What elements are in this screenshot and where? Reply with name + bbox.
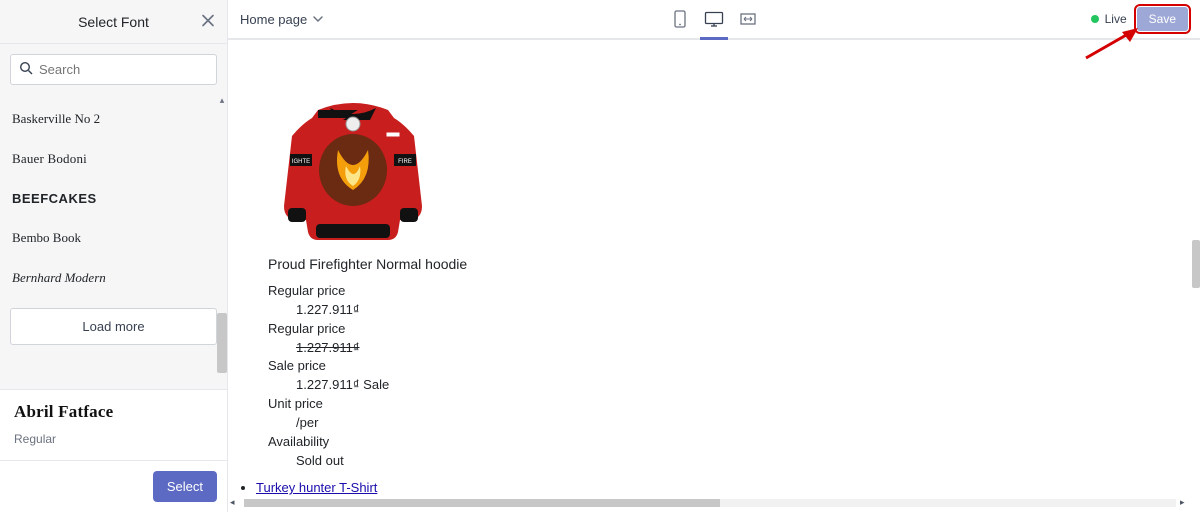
- availability-label: Availability: [268, 433, 1192, 452]
- availability-value: Sold out: [296, 452, 1192, 471]
- annotation-arrow-icon: [1082, 28, 1138, 65]
- scroll-thumb[interactable]: [217, 313, 227, 373]
- page-dropdown-label: Home page: [240, 12, 307, 27]
- related-link-list: Turkey hunter T-Shirt: [256, 480, 1192, 495]
- search-wrap: [0, 44, 227, 95]
- chevron-down-icon: [313, 12, 323, 27]
- live-dot-icon: [1091, 15, 1099, 23]
- close-icon[interactable]: [197, 9, 219, 34]
- svg-text:FIRE: FIRE: [398, 159, 412, 165]
- scroll-up-icon[interactable]: ▴: [217, 95, 227, 107]
- select-bar: Select: [0, 461, 227, 512]
- list-item: Turkey hunter T-Shirt: [256, 480, 1192, 495]
- top-bar: Home page Live Save: [228, 0, 1200, 40]
- selected-font-panel: Abril Fatface Regular: [0, 389, 227, 461]
- sale-price-value: 1.227.911₫: [296, 377, 360, 392]
- select-button[interactable]: Select: [153, 471, 217, 502]
- viewport-fullwidth[interactable]: [738, 9, 758, 29]
- sidebar-header: Select Font: [0, 0, 227, 44]
- svg-text:IGHTE: IGHTE: [292, 159, 310, 165]
- hscroll-thumb[interactable]: [244, 499, 720, 507]
- font-list: Baskerville No 2Bauer BodoniBeefcakesBem…: [0, 95, 227, 389]
- unit-price-label: Unit price: [268, 395, 1192, 414]
- sale-price-label: Sale price: [268, 357, 1192, 376]
- font-item[interactable]: Bernhard Modern: [0, 258, 227, 298]
- search-icon: [19, 61, 33, 78]
- font-item[interactable]: Bembo Book: [0, 218, 227, 258]
- live-label: Live: [1105, 12, 1127, 26]
- search-input[interactable]: [39, 62, 215, 77]
- unit-price-per: /per: [296, 414, 1192, 433]
- related-product-link[interactable]: Turkey hunter T-Shirt: [256, 480, 377, 495]
- sidebar-title: Select Font: [78, 14, 149, 30]
- price-block: Regular price 1.227.911₫ Regular price 1…: [268, 282, 1192, 470]
- search-box[interactable]: [10, 54, 217, 85]
- live-status: Live: [1091, 12, 1127, 26]
- font-item[interactable]: Baskerville No 2: [0, 99, 227, 139]
- product-title: Proud Firefighter Normal hoodie: [268, 256, 1192, 272]
- selected-font-weight: Regular: [14, 432, 213, 446]
- product-image: IGHTE FIRE: [268, 80, 438, 250]
- font-sidebar: Select Font Baskerville No 2Bauer Bodoni…: [0, 0, 228, 512]
- regular-price-value: 1.227.911₫: [296, 301, 1192, 320]
- regular-price-strike: 1.227.911₫: [296, 339, 1192, 358]
- canvas-hscrollbar[interactable]: ◂ ▸: [234, 498, 1186, 508]
- page-dropdown[interactable]: Home page: [240, 12, 323, 27]
- scroll-left-icon[interactable]: ◂: [230, 497, 240, 508]
- font-item[interactable]: Beefcakes: [0, 179, 227, 218]
- viewport-mobile[interactable]: [670, 9, 690, 29]
- regular-price-label: Regular price: [268, 282, 1192, 301]
- sale-tag: Sale: [363, 377, 389, 392]
- load-more-button[interactable]: Load more: [10, 308, 217, 345]
- page-vscroll-thumb[interactable]: [1192, 240, 1200, 288]
- save-button[interactable]: Save: [1137, 7, 1188, 31]
- scroll-right-icon[interactable]: ▸: [1180, 497, 1190, 508]
- regular-price-label-2: Regular price: [268, 320, 1192, 339]
- viewport-desktop[interactable]: [704, 9, 724, 29]
- viewport-toggles: [228, 9, 1200, 29]
- preview-canvas: IGHTE FIRE Proud Firefighter Normal hood…: [228, 40, 1192, 512]
- font-item[interactable]: Bauer Bodoni: [0, 139, 227, 179]
- sale-price-row: 1.227.911₫ Sale: [296, 376, 1192, 395]
- selected-font-name: Abril Fatface: [14, 402, 213, 422]
